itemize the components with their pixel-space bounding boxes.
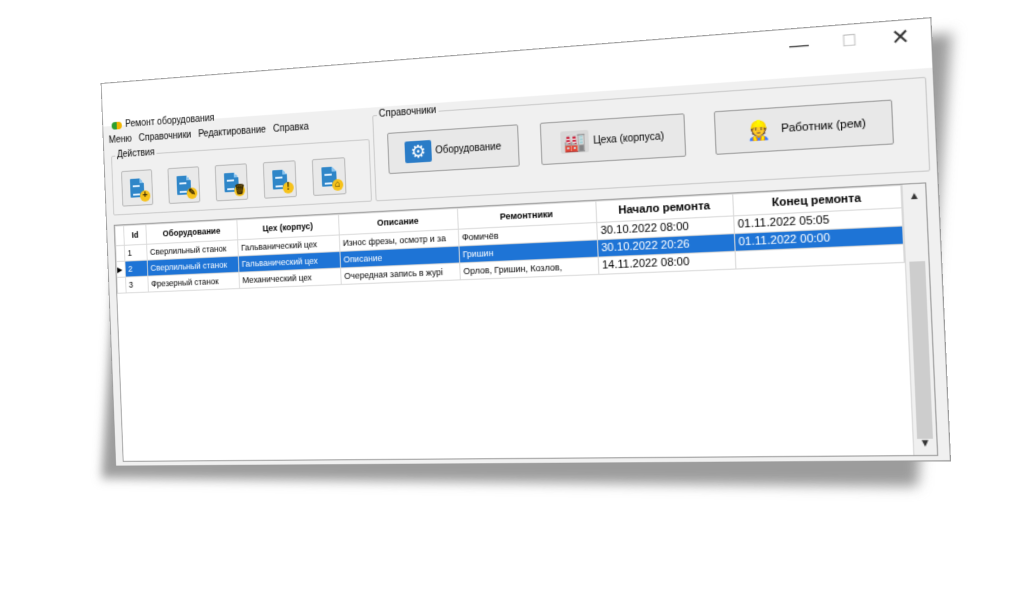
minimize-button[interactable]: — <box>773 27 824 62</box>
cell-shop[interactable]: Механический цех <box>238 267 342 289</box>
cell-id[interactable]: 3 <box>125 276 149 293</box>
factory-icon: 🏭 <box>560 129 590 154</box>
edit-record-button[interactable]: ✎ <box>167 166 201 205</box>
menu-item-menu[interactable]: Меню <box>109 134 132 146</box>
screen: — ☐ ✕ Ремонт оборудования Меню Справочни… <box>0 0 1029 597</box>
edit-doc-icon: ✎ <box>176 175 198 200</box>
scroll-thumb[interactable] <box>909 261 933 439</box>
scroll-down-icon[interactable]: ▼ <box>913 433 936 453</box>
scroll-up-icon[interactable]: ▲ <box>903 186 926 206</box>
cell-equipment[interactable]: Фрезерный станок <box>147 272 240 293</box>
menu-item-edit[interactable]: Редактирование <box>198 125 266 140</box>
references-group-title: Справочники <box>376 104 439 120</box>
cell-id[interactable]: 1 <box>124 244 148 262</box>
delete-record-button[interactable]: 🗑 <box>214 163 249 202</box>
app-window: — ☐ ✕ Ремонт оборудования Меню Справочни… <box>100 17 952 467</box>
col-id[interactable]: Id <box>123 224 147 246</box>
actions-group: Действия + ✎ 🗑 ! ⌂ <box>111 139 372 216</box>
home-record-button[interactable]: ⌂ <box>311 157 347 196</box>
repairs-grid[interactable]: Id Оборудование Цех (корпус) Описание Ре… <box>113 182 939 462</box>
shops-button-label: Цеха (корпуса) <box>592 130 665 147</box>
equipment-icon: ⚙ <box>404 139 432 164</box>
shops-button[interactable]: 🏭 Цеха (корпуса) <box>539 113 687 166</box>
add-doc-icon: + <box>129 178 151 202</box>
close-button[interactable]: ✕ <box>874 19 927 55</box>
workers-icon: 👷 <box>746 119 772 142</box>
equipment-button[interactable]: ⚙ Оборудование <box>387 124 520 175</box>
current-row-pointer-icon: ▶ <box>116 265 123 275</box>
workers-button[interactable]: 👷 Работник (рем) <box>713 99 895 155</box>
delete-doc-icon: 🗑 <box>223 172 246 197</box>
maximize-button[interactable]: ☐ <box>823 23 875 59</box>
app-icon <box>111 121 122 130</box>
warning-doc-icon: ! <box>272 169 294 194</box>
grid-body: Id Оборудование Цех (корпус) Описание Ре… <box>115 185 915 461</box>
cell-id[interactable]: 2 <box>124 260 148 278</box>
add-record-button[interactable]: + <box>121 169 154 207</box>
equipment-button-label: Оборудование <box>435 140 502 157</box>
home-doc-icon: ⌂ <box>321 166 344 192</box>
warning-record-button[interactable]: ! <box>262 160 297 199</box>
actions-group-title: Действия <box>115 147 157 161</box>
menu-item-help[interactable]: Справка <box>273 122 309 135</box>
workers-button-label: Работник (рем) <box>780 117 867 136</box>
menu-item-references[interactable]: Справочники <box>138 130 191 144</box>
